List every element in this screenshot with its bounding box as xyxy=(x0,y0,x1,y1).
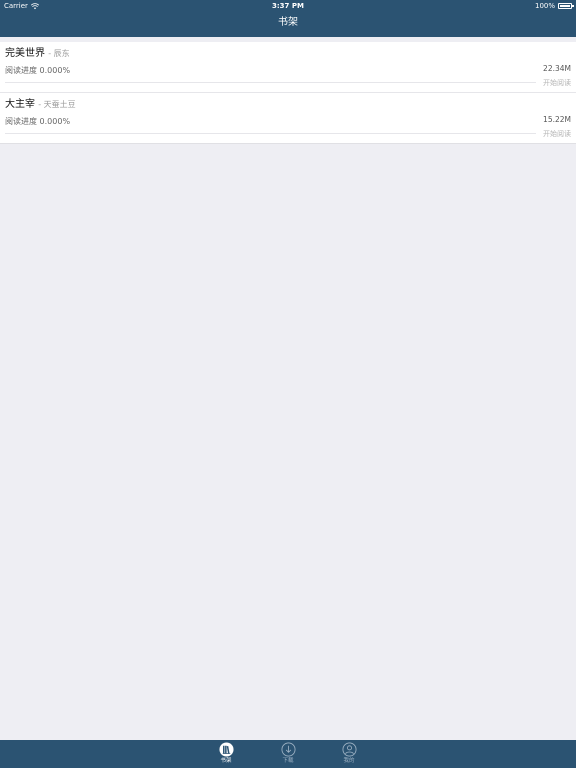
tab-label: 下载 xyxy=(282,758,294,764)
status-right: 100% xyxy=(534,0,574,12)
file-size: 15.22M xyxy=(543,115,571,124)
book-title-line: 大主宰 - 天蚕土豆 xyxy=(5,99,76,111)
battery-percent: 100% xyxy=(534,2,555,10)
page-title: 书架 xyxy=(278,17,298,28)
tab-mine[interactable]: 我的 xyxy=(329,742,369,768)
book-author: - 辰东 xyxy=(48,49,70,58)
battery-icon xyxy=(558,3,574,9)
download-icon xyxy=(281,742,295,757)
file-size: 22.34M xyxy=(543,64,571,73)
book-title: 完美世界 xyxy=(5,48,45,59)
tab-bar: 书架 下载 我的 xyxy=(0,740,576,768)
start-reading-button[interactable]: 开始阅读 xyxy=(543,78,571,88)
book-row[interactable]: 大主宰 - 天蚕土豆 阅读进度 0.000% 15.22M 开始阅读 xyxy=(0,92,576,143)
status-time: 3:37 PM xyxy=(272,2,304,10)
start-reading-button[interactable]: 开始阅读 xyxy=(543,129,571,139)
book-title: 大主宰 xyxy=(5,99,35,110)
book-author: - 天蚕土豆 xyxy=(38,100,76,109)
navigation-header: Carrier 3:37 PM 100% 书架 xyxy=(0,0,576,37)
tab-label: 我的 xyxy=(343,758,355,764)
reading-progress: 阅读进度 0.000% xyxy=(5,66,71,75)
bookshelf-icon xyxy=(218,742,234,757)
book-title-line: 完美世界 - 辰东 xyxy=(5,48,70,60)
book-row[interactable]: 完美世界 - 辰东 阅读进度 0.000% 22.34M 开始阅读 xyxy=(0,42,576,92)
tab-label: 书架 xyxy=(220,758,232,764)
status-bar: Carrier 3:37 PM 100% xyxy=(0,0,576,12)
bookshelf-list: 完美世界 - 辰东 阅读进度 0.000% 22.34M 开始阅读 大主宰 - … xyxy=(0,42,576,144)
divider xyxy=(5,133,536,134)
tab-download[interactable]: 下载 xyxy=(268,742,308,768)
divider xyxy=(5,82,536,83)
tab-bookshelf[interactable]: 书架 xyxy=(206,742,246,768)
user-icon xyxy=(342,742,356,757)
reading-progress: 阅读进度 0.000% xyxy=(5,117,71,126)
